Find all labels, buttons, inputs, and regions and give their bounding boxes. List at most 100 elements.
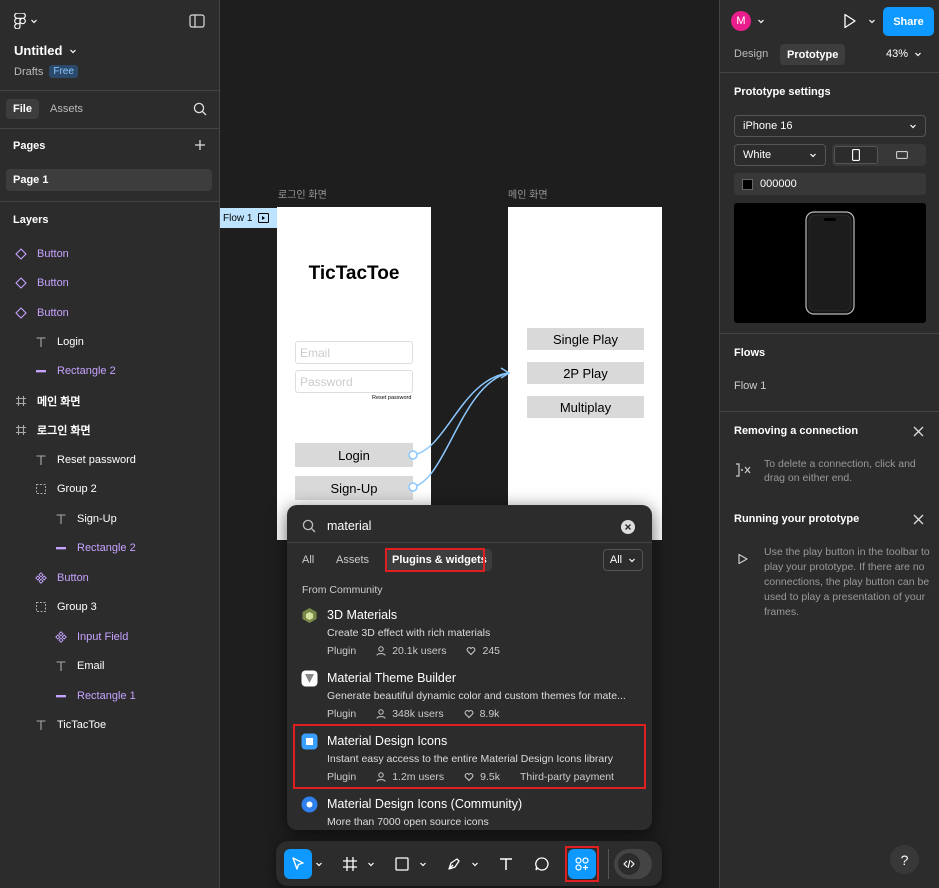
text-icon	[34, 718, 48, 732]
shape-tool-button[interactable]	[390, 849, 414, 879]
filter-assets[interactable]: Assets	[336, 554, 369, 566]
layer-label: Group 3	[57, 600, 97, 613]
chevron-down-icon[interactable]	[757, 17, 765, 25]
prototype-connections[interactable]	[221, 0, 718, 560]
device-select[interactable]: iPhone 16	[734, 115, 926, 137]
landscape-icon	[896, 151, 908, 159]
zoom-menu[interactable]: 43%	[886, 48, 922, 60]
running-prototype-heading: Running your prototype	[734, 513, 860, 525]
chevron-down-icon	[70, 49, 77, 53]
avatar[interactable]: M	[731, 11, 751, 31]
file-name: Untitled	[14, 43, 63, 58]
layer-row[interactable]: Reset password	[0, 445, 220, 474]
chevron-down-icon[interactable]	[868, 17, 876, 25]
main-menu-button[interactable]	[14, 13, 38, 29]
layer-row[interactable]: Rectangle 2	[0, 356, 220, 385]
running-prototype-text: Use the play button in the toolbar to pl…	[764, 546, 930, 618]
layer-row[interactable]: Login	[0, 327, 220, 356]
text-tool-button[interactable]	[494, 849, 518, 879]
tab-assets[interactable]: Assets	[50, 99, 83, 119]
layer-row[interactable]: Group 3	[0, 592, 220, 621]
portrait-icon	[852, 149, 860, 161]
layer-row[interactable]: Button	[0, 563, 220, 592]
layer-label: Group 2	[57, 482, 97, 495]
layer-label: Login	[57, 335, 84, 348]
device-name: iPhone 16	[743, 120, 793, 132]
filter-all[interactable]: All	[302, 554, 314, 566]
clear-search-icon[interactable]	[621, 520, 635, 534]
move-tool-chevron-icon[interactable]	[314, 849, 324, 879]
help-button[interactable]: ?	[890, 845, 919, 874]
chevron-down-icon	[910, 124, 916, 129]
layer-label: Input Field	[77, 630, 129, 643]
component-instance-icon	[14, 306, 28, 320]
section-heading: From Community	[302, 584, 383, 596]
search-input[interactable]: material	[327, 519, 371, 533]
portrait-button[interactable]	[834, 146, 878, 164]
figma-logo-icon	[14, 13, 26, 29]
close-icon[interactable]	[913, 426, 924, 437]
layer-row[interactable]: 메인 화면	[0, 386, 220, 415]
tab-prototype[interactable]: Prototype	[780, 44, 846, 65]
chevron-down-icon	[31, 19, 37, 24]
text-icon	[54, 512, 68, 526]
rectangle-icon	[54, 541, 68, 555]
prototype-settings-heading: Prototype settings	[734, 86, 831, 98]
comment-icon	[535, 857, 549, 871]
dev-mode-toggle[interactable]	[614, 849, 652, 879]
close-icon[interactable]	[913, 514, 924, 525]
layer-label: Button	[57, 571, 89, 584]
device-color-select[interactable]: White	[734, 144, 826, 166]
result-type: Plugin	[327, 708, 357, 720]
frame-tool-chevron-icon[interactable]	[366, 849, 376, 879]
result-likes: 8.9k	[479, 708, 500, 720]
result-likes: 245	[482, 645, 501, 657]
component-instance-icon	[14, 276, 28, 290]
layer-row[interactable]: Button	[0, 298, 220, 327]
rectangle-icon	[54, 689, 68, 703]
frame-tool-button[interactable]	[338, 849, 362, 879]
layer-row[interactable]: Sign-Up	[0, 504, 220, 533]
plan-badge[interactable]: Free	[49, 65, 78, 78]
layer-row[interactable]: Rectangle 2	[0, 533, 220, 562]
frame-icon	[14, 394, 28, 408]
pen-tool-chevron-icon[interactable]	[470, 849, 480, 879]
comment-tool-button[interactable]	[530, 849, 554, 879]
layer-row[interactable]: Input Field	[0, 622, 220, 651]
landscape-button[interactable]	[880, 146, 924, 164]
search-icon[interactable]	[193, 102, 207, 116]
tab-design[interactable]: Design	[734, 48, 768, 60]
shape-tool-chevron-icon[interactable]	[418, 849, 428, 879]
type-dropdown[interactable]: All	[603, 549, 643, 571]
move-tool-button[interactable]	[284, 849, 312, 879]
tab-file[interactable]: File	[6, 99, 39, 119]
layer-row[interactable]: Button	[0, 268, 220, 297]
layer-label: 로그인 화면	[37, 424, 91, 437]
background-color-field[interactable]: 000000	[734, 173, 926, 195]
text-icon	[34, 453, 48, 467]
layer-row[interactable]: 로그인 화면	[0, 415, 220, 444]
pen-icon	[448, 858, 460, 870]
pen-tool-button[interactable]	[442, 849, 466, 879]
page-item-1[interactable]: Page 1	[6, 169, 212, 191]
layer-row[interactable]: Rectangle 1	[0, 681, 220, 710]
play-icon[interactable]	[843, 13, 857, 29]
layer-row[interactable]: Button	[0, 239, 220, 268]
layer-row[interactable]: Email	[0, 651, 220, 680]
flows-heading: Flows	[734, 347, 766, 359]
component-icon	[34, 571, 48, 585]
color-swatch[interactable]	[742, 178, 753, 190]
file-name-button[interactable]: Untitled	[14, 43, 77, 58]
layers-heading: Layers	[13, 214, 49, 226]
result-title: Material Design Icons (Community)	[327, 797, 523, 811]
layer-row[interactable]: Group 2	[0, 474, 220, 503]
zoom-level: 43%	[886, 48, 909, 60]
add-page-icon[interactable]	[194, 139, 206, 151]
highlight-material-design-icons	[293, 724, 646, 789]
flow-item[interactable]: Flow 1	[734, 380, 766, 392]
layer-row[interactable]: TicTacToe	[0, 710, 220, 739]
share-button[interactable]: Share	[883, 7, 934, 36]
toggle-sidebar-icon[interactable]	[189, 14, 205, 28]
removing-connection-text: To delete a connection, click and drag o…	[764, 458, 916, 484]
bottom-toolbar	[276, 841, 662, 886]
